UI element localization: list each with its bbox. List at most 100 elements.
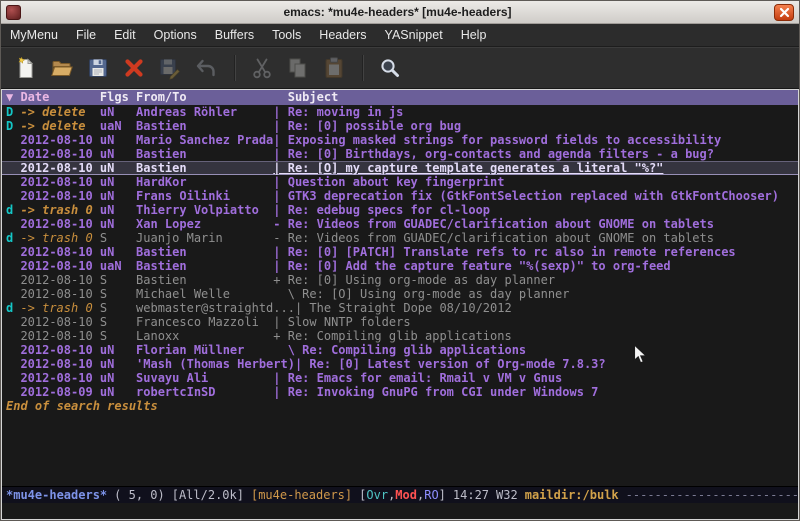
message-row[interactable]: 2012-08-10uN'Mash (Thomas Herbert)| Re: … (2, 357, 798, 371)
row-subject: | Re: [0] possible org bug (273, 119, 461, 133)
new-file-icon[interactable] (9, 52, 42, 85)
row-mark: d (6, 231, 20, 245)
save-icon[interactable] (81, 52, 114, 85)
message-row[interactable]: 2012-08-10uNBastien| Re: [0] Birthdays, … (2, 147, 798, 161)
modeline-major-mode[interactable]: [mu4e-headers] (251, 488, 352, 502)
menu-item-edit[interactable]: Edit (105, 25, 145, 45)
row-flags: S (100, 273, 136, 287)
row-subject: | The Straight Dope 08/10/2012 (295, 301, 512, 315)
modeline-state-flags: [Ovr,Mod,RO] (359, 488, 446, 502)
row-subject: | GTK3 deprecation fix (GtkFontSelection… (273, 189, 779, 203)
row-flags: uaN (100, 119, 136, 133)
row-date: 2012-08-10 (20, 329, 99, 343)
modeline-position: ( 5, 0) (114, 488, 165, 502)
row-flags: uN (100, 147, 136, 161)
row-date: -> trash 0 (20, 231, 99, 245)
message-row[interactable]: 2012-08-10uNMario Sanchez Prada| Exposin… (2, 133, 798, 147)
row-flags: uN (100, 133, 136, 147)
close-button[interactable] (774, 4, 794, 21)
message-row[interactable]: 2012-08-10uNXan Lopez- Re: Videos from G… (2, 217, 798, 231)
row-from: Xan Lopez (136, 217, 273, 231)
frame-body: ▼DateFlgsFrom/ToSubject D-> deleteuNAndr… (1, 89, 799, 520)
menu-item-buffers[interactable]: Buffers (206, 25, 263, 45)
modeline-window-id: W32 (496, 488, 518, 502)
menu-item-mymenu[interactable]: MyMenu (1, 25, 67, 45)
row-from: Bastien (136, 273, 273, 287)
message-row[interactable]: d-> trash 0Swebmaster@straightd...| The … (2, 301, 798, 315)
row-date: 2012-08-10 (20, 343, 99, 357)
column-header-from[interactable]: From/To (136, 90, 273, 105)
modeline-filler: -------------------------------------- (626, 488, 798, 502)
row-flags: uN (100, 371, 136, 385)
sort-descending-icon[interactable]: ▼ (6, 90, 20, 105)
message-row[interactable]: 2012-08-10SBastien+ Re: [0] Using org-mo… (2, 273, 798, 287)
row-from: Florian Müllner (136, 343, 273, 357)
kill-buffer-icon[interactable] (117, 52, 150, 85)
row-flags: uN (100, 203, 136, 217)
row-flags: uN (100, 175, 136, 189)
modeline-modified-flag[interactable]: Mod (395, 488, 417, 502)
headers-buffer[interactable]: ▼DateFlgsFrom/ToSubject D-> deleteuNAndr… (2, 90, 798, 486)
message-row[interactable]: 2012-08-10uNBastien| Re: [0] [PATCH] Tra… (2, 245, 798, 259)
message-row[interactable]: 2012-08-10uNSuvayu Ali| Re: Emacs for em… (2, 371, 798, 385)
row-date: 2012-08-10 (20, 315, 99, 329)
message-row[interactable]: 2012-08-10SMichael Welle \ Re: [O] Using… (2, 287, 798, 301)
row-from: Andreas Röhler (136, 105, 273, 119)
row-flags: S (100, 329, 136, 343)
message-list: D-> deleteuNAndreas Röhler| Re: moving i… (2, 105, 798, 399)
menu-item-yasnippet[interactable]: YASnippet (376, 25, 452, 45)
column-header-subject[interactable]: Subject (273, 90, 338, 104)
modeline-buffer-name[interactable]: *mu4e-headers* (6, 488, 107, 502)
titlebar[interactable]: emacs: *mu4e-headers* [mu4e-headers] (1, 1, 799, 24)
row-date: -> trash 0 (20, 301, 99, 315)
row-flags: S (100, 231, 136, 245)
row-from: Bastien (136, 245, 273, 259)
message-row[interactable]: 2012-08-10uaNBastien| Re: [0] Add the ca… (2, 259, 798, 273)
row-date: 2012-08-10 (20, 259, 99, 273)
column-header-date[interactable]: Date (20, 90, 99, 105)
message-row[interactable]: 2012-08-10uNHardKor| Question about key … (2, 175, 798, 189)
modeline-clock: 14:27 (453, 488, 489, 502)
menu-item-file[interactable]: File (67, 25, 105, 45)
row-subject: | Re: [0] Latest version of Org-mode 7.8… (295, 357, 606, 371)
message-row[interactable]: d-> trash 0SJuanjo Marin- Re: Videos fro… (2, 231, 798, 245)
row-date: 2012-08-10 (20, 371, 99, 385)
headers-header-line: ▼DateFlgsFrom/ToSubject (2, 90, 798, 105)
save-as-icon (153, 52, 186, 85)
row-from: HardKor (136, 175, 273, 189)
message-row[interactable]: 2012-08-10SLanoxx+ Re: Compiling glib ap… (2, 329, 798, 343)
search-icon[interactable] (373, 52, 406, 85)
message-row[interactable]: d-> trash 0uNThierry Volpiatto| Re: edeb… (2, 203, 798, 217)
menu-item-headers[interactable]: Headers (310, 25, 375, 45)
row-mark: d (6, 203, 20, 217)
column-header-flags[interactable]: Flgs (100, 90, 136, 105)
menu-item-help[interactable]: Help (452, 25, 496, 45)
row-subject: | Re: [O] my capture template generates … (273, 161, 663, 175)
modeline-buffer-size: [All/2.0k] (172, 488, 244, 502)
toolbar-separator (234, 55, 236, 81)
mode-line[interactable]: *mu4e-headers* ( 5, 0) [All/2.0k] [mu4e-hea… (2, 486, 798, 503)
row-date: 2012-08-10 (20, 217, 99, 231)
message-row[interactable]: 2012-08-10SFrancesco Mazzoli| Slow NNTP … (2, 315, 798, 329)
row-subject: - Re: Videos from GUADEC/clarification a… (273, 231, 714, 245)
message-row[interactable]: D-> deleteuNAndreas Röhler| Re: moving i… (2, 105, 798, 119)
paste-icon (317, 52, 350, 85)
modeline-readonly-flag[interactable]: RO (424, 488, 438, 502)
minibuffer[interactable] (2, 503, 798, 519)
row-date: 2012-08-10 (20, 287, 99, 301)
row-flags: uN (100, 357, 136, 371)
open-file-icon[interactable] (45, 52, 78, 85)
row-flags: S (100, 301, 136, 315)
row-flags: uN (100, 161, 136, 175)
cut-icon (245, 52, 278, 85)
window-menu-icon[interactable] (6, 5, 21, 20)
message-row[interactable]: 2012-08-10uNFlorian Müllner \ Re: Compil… (2, 343, 798, 357)
menu-item-options[interactable]: Options (145, 25, 206, 45)
message-row[interactable]: D-> deleteuaNBastien| Re: [0] possible o… (2, 119, 798, 133)
row-subject: | Slow NNTP folders (273, 315, 410, 329)
message-row[interactable]: 2012-08-10uNFrans Oilinki| GTK3 deprecat… (2, 189, 798, 203)
message-row[interactable]: 2012-08-10uNBastien| Re: [O] my capture … (2, 161, 798, 175)
message-row[interactable]: 2012-08-09uNrobertcInSD| Re: Invoking Gn… (2, 385, 798, 399)
copy-icon (281, 52, 314, 85)
menu-item-tools[interactable]: Tools (263, 25, 310, 45)
